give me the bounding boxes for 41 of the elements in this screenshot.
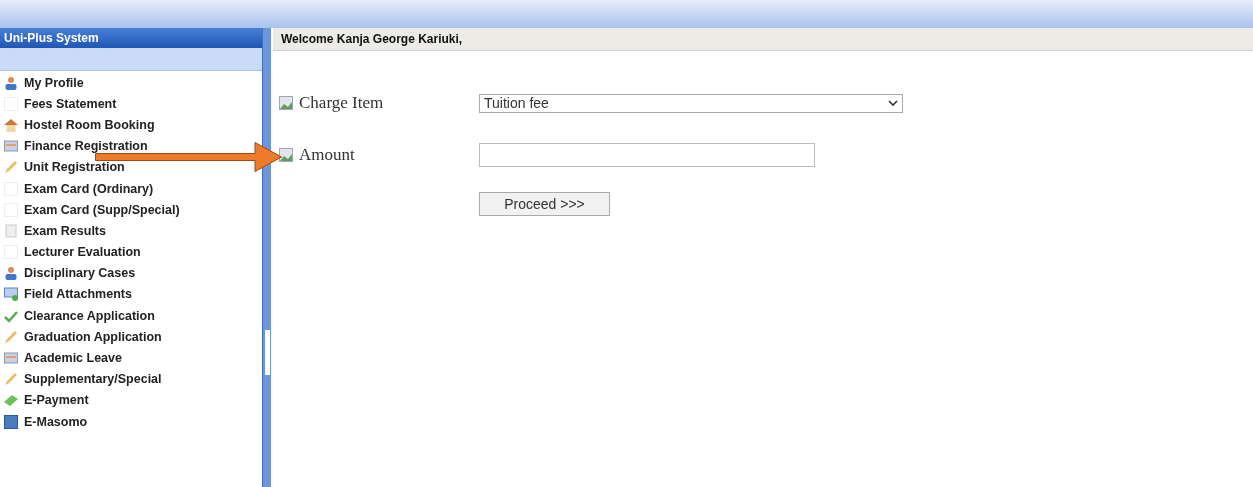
sidebar-item[interactable]: Exam Card (Ordinary) [24,181,154,196]
sidebar-item[interactable]: Disciplinary Cases [24,266,136,281]
sidebar-item[interactable]: Exam Card (Supp/Special) [24,202,180,217]
pencil-icon [4,160,18,175]
sidebar-item[interactable]: E-Payment [24,393,89,408]
square-icon [4,414,18,429]
sidebar-item[interactable]: Unit Registration [24,160,125,175]
field-label: Charge Item [299,93,384,113]
person-icon [4,266,18,281]
sidebar-item[interactable]: Lecturer Evaluation [24,245,141,260]
amount-field[interactable] [479,143,815,167]
sidebar-title: Uni-Plus System [0,28,262,48]
sidebar-item[interactable]: Academic Leave [24,351,122,366]
sidebar-item[interactable]: My Profile [24,75,84,90]
pencil-icon [4,329,18,344]
sidebar-item[interactable]: Field Attachments [24,287,132,302]
money-icon [4,393,18,408]
pencil-icon [4,372,18,387]
person-icon [4,75,18,90]
charge-item-select[interactable]: Tuition fee [479,93,903,113]
sidebar-item[interactable]: Fees Statement [24,96,117,111]
sidebar-item[interactable]: E-Masomo [24,414,88,429]
sidebar-item[interactable]: Finance Registration [24,139,148,154]
image-icon [279,148,293,162]
welcome-bar: Welcome Kanja George Kariuki, [273,28,1253,51]
document-icon [4,223,18,238]
chevron-icon [888,99,898,107]
sidebar-item[interactable]: Hostel Room Booking [24,117,155,132]
card-icon [4,139,18,154]
sidebar-item[interactable]: Supplementary/Special [24,372,162,387]
image-icon [279,96,293,110]
splitter-handle[interactable] [265,330,270,375]
field-label: Amount [299,145,355,165]
proceed-button[interactable]: Proceed >>> [479,192,610,216]
house-icon [4,117,18,132]
sidebar-item[interactable]: Exam Results [24,223,106,238]
card-icon [4,351,18,366]
screen-icon [4,287,18,302]
sidebar-item[interactable]: Clearance Application [24,308,155,323]
sidebar-item[interactable]: Graduation Application [24,329,162,344]
splitter[interactable] [262,28,271,487]
